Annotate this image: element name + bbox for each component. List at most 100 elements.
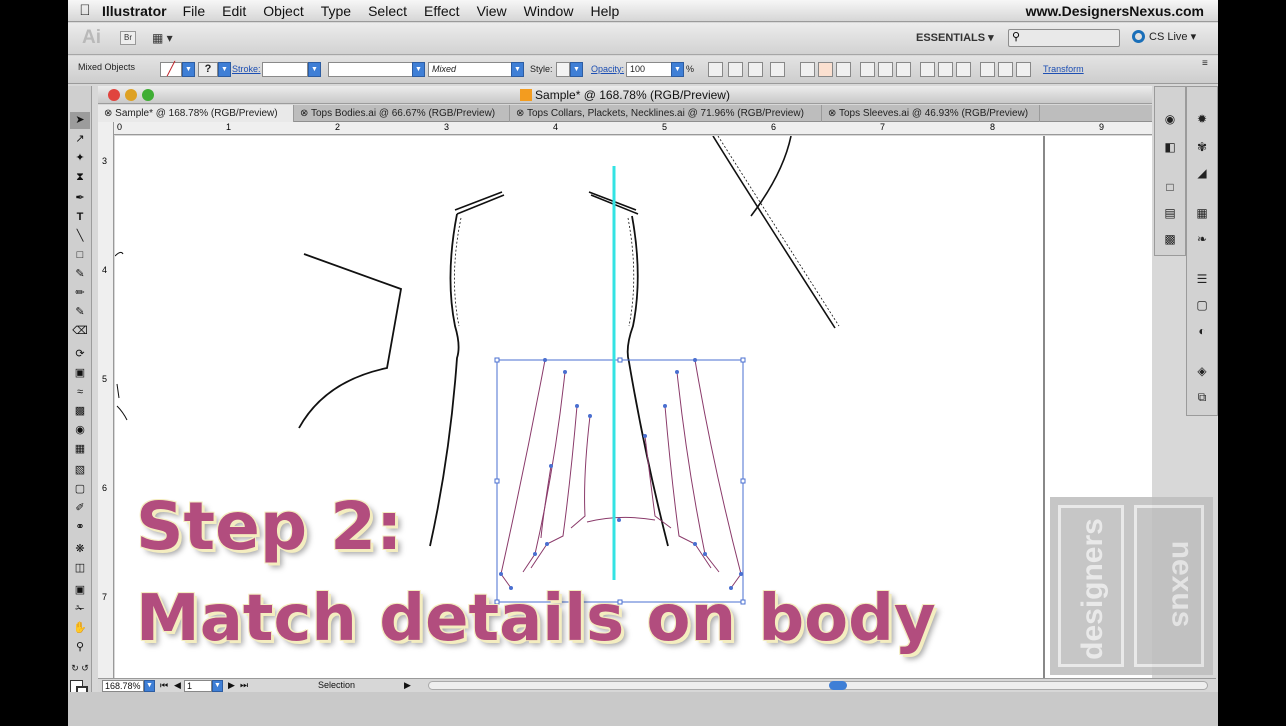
slice-tool-icon[interactable]: ✁: [70, 601, 90, 618]
zoom-dropdown-icon[interactable]: ▼: [144, 680, 155, 692]
menu-file[interactable]: File: [183, 3, 206, 19]
type-tool-icon[interactable]: T: [70, 209, 90, 226]
symbol-sprayer-tool-icon[interactable]: ❋: [70, 541, 90, 558]
hand-tool-icon[interactable]: ✋: [70, 620, 90, 637]
tab-sample[interactable]: ⊗ Sample* @ 168.78% (RGB/Preview): [98, 105, 294, 122]
menu-select[interactable]: Select: [368, 3, 407, 19]
transform-panel-icon[interactable]: □: [1161, 179, 1179, 195]
blend-tool-icon[interactable]: ⚭: [70, 519, 90, 536]
selection-tool-icon[interactable]: ➤: [70, 112, 90, 129]
cs-live-button[interactable]: CS Live ▾: [1132, 30, 1196, 43]
zoom-tool-icon[interactable]: ⚲: [70, 639, 90, 656]
style-swatch[interactable]: [556, 62, 570, 77]
stroke-panel-icon[interactable]: ☰: [1193, 271, 1211, 287]
distribute-left-icon[interactable]: [980, 62, 995, 77]
isolate-icon[interactable]: [728, 62, 743, 77]
stroke-swatch[interactable]: ?: [198, 62, 218, 77]
app-menu[interactable]: Illustrator: [102, 3, 167, 19]
align-right-icon[interactable]: [836, 62, 851, 77]
swatches-panel-icon[interactable]: ✹: [1193, 111, 1211, 127]
align-middle-icon[interactable]: [878, 62, 893, 77]
last-artboard-icon[interactable]: ⏭: [240, 680, 248, 691]
align-bottom-icon[interactable]: [896, 62, 911, 77]
pencil-tool-icon[interactable]: ✏: [70, 285, 90, 302]
stroke-weight-dropdown-icon[interactable]: ▼: [308, 62, 321, 77]
brush-dropdown-icon[interactable]: ▼: [511, 62, 524, 77]
distribute-middle-icon[interactable]: [938, 62, 953, 77]
transparency-panel-icon[interactable]: ◐: [1193, 323, 1211, 339]
paintbrush-tool-icon[interactable]: ✎: [70, 266, 90, 283]
stroke-dropdown-icon[interactable]: ▼: [218, 62, 231, 77]
fill-dropdown-icon[interactable]: ▼: [182, 62, 195, 77]
width-tool-icon[interactable]: ≈: [70, 384, 90, 401]
lasso-tool-icon[interactable]: ⧗: [70, 169, 90, 186]
blob-brush-tool-icon[interactable]: ✎: [70, 304, 90, 321]
align-top-icon[interactable]: [860, 62, 875, 77]
perspective-grid-tool-icon[interactable]: ▦: [70, 441, 90, 458]
opacity-dropdown-icon[interactable]: ▼: [671, 62, 684, 77]
align-to-icon[interactable]: [770, 62, 785, 77]
close-tab-icon[interactable]: ⊗: [300, 108, 308, 119]
menu-window[interactable]: Window: [524, 3, 574, 19]
gradient-panel-icon[interactable]: ▢: [1193, 297, 1211, 313]
tab-tops-collars[interactable]: ⊗ Tops Collars, Plackets, Necklines.ai @…: [510, 105, 822, 122]
direct-selection-tool-icon[interactable]: ↗: [70, 131, 90, 148]
arrange-documents-button[interactable]: ▦ ▾: [152, 31, 173, 45]
menu-effect[interactable]: Effect: [424, 3, 460, 19]
fill-swatch[interactable]: ╱: [160, 62, 182, 77]
brushes-panel-icon[interactable]: ✾: [1193, 139, 1211, 155]
color-panel-icon[interactable]: ◉: [1161, 111, 1179, 127]
graphic-styles-panel-icon[interactable]: ▦: [1193, 205, 1211, 221]
zoom-field[interactable]: 168.78%: [102, 680, 144, 692]
style-dropdown-icon[interactable]: ▼: [570, 62, 583, 77]
appearance-panel-icon[interactable]: ❧: [1193, 231, 1211, 247]
mesh-tool-icon[interactable]: ▧: [70, 462, 90, 479]
symbols-panel-icon[interactable]: ◢: [1193, 165, 1211, 181]
eyedropper-tool-icon[interactable]: ✐: [70, 500, 90, 517]
align-center-icon[interactable]: [818, 62, 833, 77]
artboard-tool-icon[interactable]: ▣: [70, 582, 90, 599]
horizontal-scrollbar[interactable]: [428, 681, 1208, 690]
artboards-panel-icon[interactable]: ⧉: [1193, 389, 1211, 405]
stroke-weight-field[interactable]: [262, 62, 308, 77]
close-tab-icon[interactable]: ⊗: [828, 108, 836, 119]
opacity-field[interactable]: 100: [626, 62, 674, 77]
tab-tops-sleeves[interactable]: ⊗ Tops Sleeves.ai @ 46.93% (RGB/Preview): [822, 105, 1040, 122]
search-input[interactable]: ⚲: [1008, 29, 1120, 47]
close-tab-icon[interactable]: ⊗: [516, 108, 524, 119]
document-setup-icon[interactable]: [748, 62, 763, 77]
shape-builder-tool-icon[interactable]: ◉: [70, 422, 90, 439]
variable-width-dropdown-icon[interactable]: ▼: [412, 62, 425, 77]
vertical-ruler[interactable]: 3 4 5 6 7: [98, 122, 114, 678]
first-artboard-icon[interactable]: ⏮: [160, 680, 168, 691]
gradient-tool-icon[interactable]: ▢: [70, 481, 90, 498]
eraser-tool-icon[interactable]: ⌫: [70, 323, 90, 340]
distribute-center-icon[interactable]: [998, 62, 1013, 77]
color-guide-panel-icon[interactable]: ◧: [1161, 139, 1179, 155]
apple-menu-icon[interactable]: : [68, 2, 102, 19]
pen-tool-icon[interactable]: ✒: [70, 190, 90, 207]
variable-width-field[interactable]: [328, 62, 414, 77]
recolor-icon[interactable]: [708, 62, 723, 77]
brush-field[interactable]: Mixed: [428, 62, 512, 77]
distribute-bottom-icon[interactable]: [956, 62, 971, 77]
line-tool-icon[interactable]: ╲: [70, 228, 90, 245]
status-menu-arrow-icon[interactable]: ▶: [404, 680, 411, 691]
magic-wand-tool-icon[interactable]: ✦: [70, 150, 90, 167]
layers-panel-icon[interactable]: ◈: [1193, 363, 1211, 379]
column-graph-tool-icon[interactable]: ◫: [70, 560, 90, 577]
align-left-icon[interactable]: [800, 62, 815, 77]
transform-link[interactable]: Transform: [1043, 64, 1084, 74]
pathfinder-panel-icon[interactable]: ▩: [1161, 231, 1179, 247]
status-tool-name[interactable]: Selection: [318, 680, 355, 690]
rotate-tool-icon[interactable]: ⟳: [70, 346, 90, 363]
artboard-number-field[interactable]: 1: [184, 680, 212, 692]
menu-object[interactable]: Object: [263, 3, 303, 19]
workspace-switcher[interactable]: ESSENTIALS ▾: [916, 31, 994, 44]
free-transform-tool-icon[interactable]: ▩: [70, 403, 90, 420]
artboard-dropdown-icon[interactable]: ▼: [212, 680, 223, 692]
previous-artboard-icon[interactable]: ◀: [174, 680, 181, 691]
scale-tool-icon[interactable]: ▣: [70, 365, 90, 382]
tab-tops-bodies[interactable]: ⊗ Tops Bodies.ai @ 66.67% (RGB/Preview): [294, 105, 510, 122]
distribute-top-icon[interactable]: [920, 62, 935, 77]
